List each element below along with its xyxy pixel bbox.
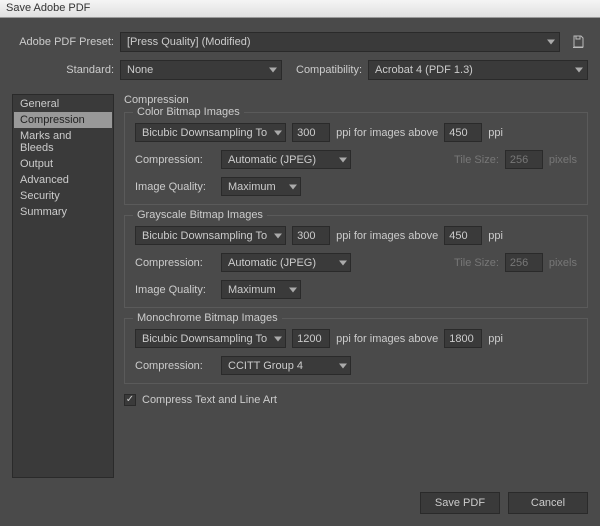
gray-quality-select[interactable]: Maximum [221, 280, 301, 299]
compat-select[interactable]: Acrobat 4 (PDF 1.3) [368, 60, 588, 80]
content-panel: Compression Color Bitmap Images Bicubic … [124, 94, 588, 478]
color-pixels: pixels [549, 154, 577, 166]
color-legend: Color Bitmap Images [133, 106, 244, 118]
sidebar-item-general[interactable]: General [14, 96, 112, 112]
sidebar-item-compression[interactable]: Compression [14, 112, 112, 128]
gray-ppi-suffix: ppi [488, 230, 503, 242]
chevron-down-icon [274, 336, 282, 341]
gray-tile-input [505, 253, 543, 272]
chevron-down-icon [274, 233, 282, 238]
mono-above-input[interactable] [444, 329, 482, 348]
chevron-down-icon [339, 157, 347, 162]
color-method-select[interactable]: Bicubic Downsampling To [135, 123, 286, 142]
chevron-down-icon [339, 363, 347, 368]
color-bitmap-group: Color Bitmap Images Bicubic Downsampling… [124, 112, 588, 205]
mono-above-label: ppi for images above [336, 333, 438, 345]
mono-legend: Monochrome Bitmap Images [133, 312, 282, 324]
sidebar-item-marks-and-bleeds[interactable]: Marks and Bleeds [14, 128, 112, 156]
gray-method-select[interactable]: Bicubic Downsampling To [135, 226, 286, 245]
standard-value: None [127, 64, 153, 76]
chevron-down-icon [575, 68, 583, 73]
mono-ppi-suffix: ppi [488, 333, 503, 345]
color-above-label: ppi for images above [336, 127, 438, 139]
color-comp-label: Compression: [135, 154, 215, 166]
sidebar-item-summary[interactable]: Summary [14, 204, 112, 220]
compat-value: Acrobat 4 (PDF 1.3) [375, 64, 473, 76]
chevron-down-icon [274, 130, 282, 135]
sidebar: General Compression Marks and Bleeds Out… [12, 94, 114, 478]
dialog-body: Adobe PDF Preset: [Press Quality] (Modif… [0, 18, 600, 526]
save-pdf-button[interactable]: Save PDF [420, 492, 500, 514]
sidebar-item-security[interactable]: Security [14, 188, 112, 204]
standard-label: Standard: [12, 64, 120, 76]
color-tile-input [505, 150, 543, 169]
gray-ppi-input[interactable] [292, 226, 330, 245]
compress-text-checkbox[interactable]: ✓ [124, 394, 136, 406]
gray-tile-label: Tile Size: [454, 257, 499, 269]
gray-above-input[interactable] [444, 226, 482, 245]
mono-comp-label: Compression: [135, 360, 215, 372]
chevron-down-icon [289, 287, 297, 292]
compat-label: Compatibility: [296, 64, 362, 76]
color-ppi-suffix: ppi [488, 127, 503, 139]
gray-comp-label: Compression: [135, 257, 215, 269]
preset-value: [Press Quality] (Modified) [127, 36, 250, 48]
save-preset-icon[interactable] [568, 32, 588, 52]
grayscale-bitmap-group: Grayscale Bitmap Images Bicubic Downsamp… [124, 215, 588, 308]
chevron-down-icon [547, 40, 555, 45]
cancel-button[interactable]: Cancel [508, 492, 588, 514]
gray-above-label: ppi for images above [336, 230, 438, 242]
color-quality-label: Image Quality: [135, 181, 215, 193]
chevron-down-icon [339, 260, 347, 265]
chevron-down-icon [289, 184, 297, 189]
color-ppi-input[interactable] [292, 123, 330, 142]
chevron-down-icon [269, 68, 277, 73]
sidebar-item-advanced[interactable]: Advanced [14, 172, 112, 188]
gray-quality-label: Image Quality: [135, 284, 215, 296]
color-above-input[interactable] [444, 123, 482, 142]
section-title: Compression [124, 94, 588, 106]
window-title: Save Adobe PDF [6, 2, 90, 14]
preset-select[interactable]: [Press Quality] (Modified) [120, 32, 560, 52]
color-comp-select[interactable]: Automatic (JPEG) [221, 150, 351, 169]
color-tile-label: Tile Size: [454, 154, 499, 166]
mono-ppi-input[interactable] [292, 329, 330, 348]
gray-comp-select[interactable]: Automatic (JPEG) [221, 253, 351, 272]
standard-select[interactable]: None [120, 60, 282, 80]
gray-legend: Grayscale Bitmap Images [133, 209, 267, 221]
monochrome-bitmap-group: Monochrome Bitmap Images Bicubic Downsam… [124, 318, 588, 384]
compress-text-label: Compress Text and Line Art [142, 394, 277, 406]
title-bar: Save Adobe PDF [0, 0, 600, 18]
mono-method-select[interactable]: Bicubic Downsampling To [135, 329, 286, 348]
gray-pixels: pixels [549, 257, 577, 269]
preset-label: Adobe PDF Preset: [12, 36, 120, 48]
mono-comp-select[interactable]: CCITT Group 4 [221, 356, 351, 375]
color-quality-select[interactable]: Maximum [221, 177, 301, 196]
sidebar-item-output[interactable]: Output [14, 156, 112, 172]
